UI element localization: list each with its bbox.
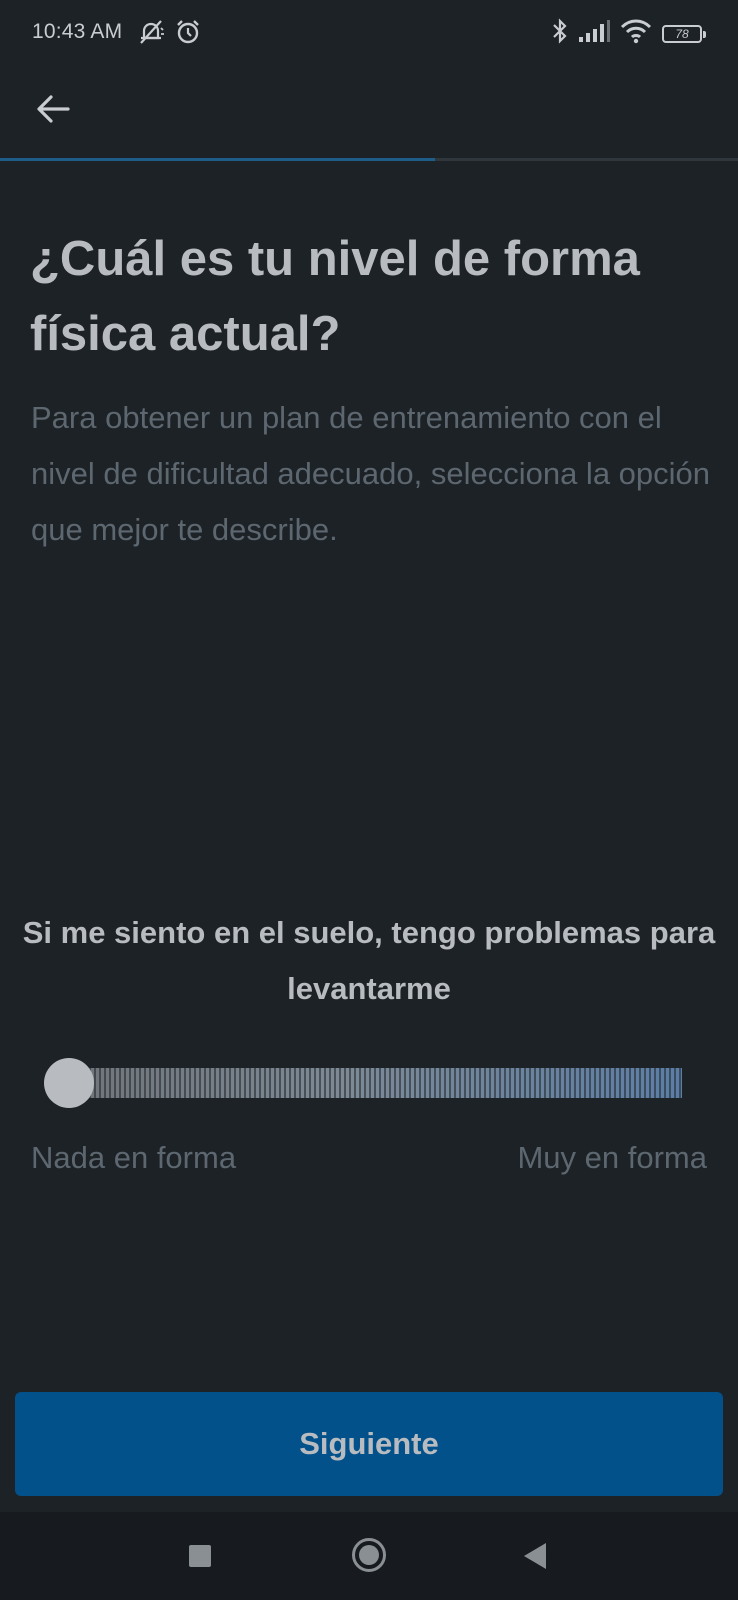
app-bar	[0, 70, 738, 158]
alarm-icon	[174, 18, 202, 51]
home-icon-inner	[359, 1545, 379, 1565]
slider-track[interactable]	[69, 1068, 682, 1098]
back-icon[interactable]	[524, 1543, 546, 1569]
fitness-level-slider[interactable]	[44, 1055, 682, 1111]
progress-bar	[0, 158, 738, 161]
slider-min-label: Nada en forma	[31, 1140, 237, 1175]
muted-notification-icon	[136, 18, 166, 51]
back-button[interactable]	[28, 86, 78, 136]
battery-icon: 78	[662, 24, 706, 43]
next-button[interactable]: Siguiente	[15, 1392, 723, 1496]
battery-level: 78	[675, 26, 689, 41]
status-time: 10:43 AM	[32, 20, 123, 43]
slider-thumb[interactable]	[44, 1058, 94, 1108]
home-icon[interactable]	[352, 1538, 386, 1572]
system-nav-bar	[0, 1512, 738, 1600]
wifi-icon	[620, 18, 652, 49]
slider-max-label: Muy en forma	[517, 1140, 707, 1175]
page-title: ¿Cuál es tu nivel de forma física actual…	[30, 232, 640, 361]
bluetooth-icon	[552, 18, 568, 49]
arrow-left-icon	[36, 94, 70, 129]
page-subtitle: Para obtener un plan de entrenamiento co…	[31, 400, 711, 547]
signal-icon	[578, 19, 610, 48]
status-left-icons	[136, 18, 202, 51]
progress-fill	[0, 158, 436, 161]
fitness-level-description: Si me siento en el suelo, tengo problema…	[22, 915, 716, 1006]
status-bar: 10:43 AM 78	[0, 0, 738, 70]
slider-labels: Nada en forma Muy en forma	[31, 1140, 707, 1176]
status-right-icons: 78	[552, 18, 706, 49]
recents-icon[interactable]	[189, 1545, 211, 1567]
